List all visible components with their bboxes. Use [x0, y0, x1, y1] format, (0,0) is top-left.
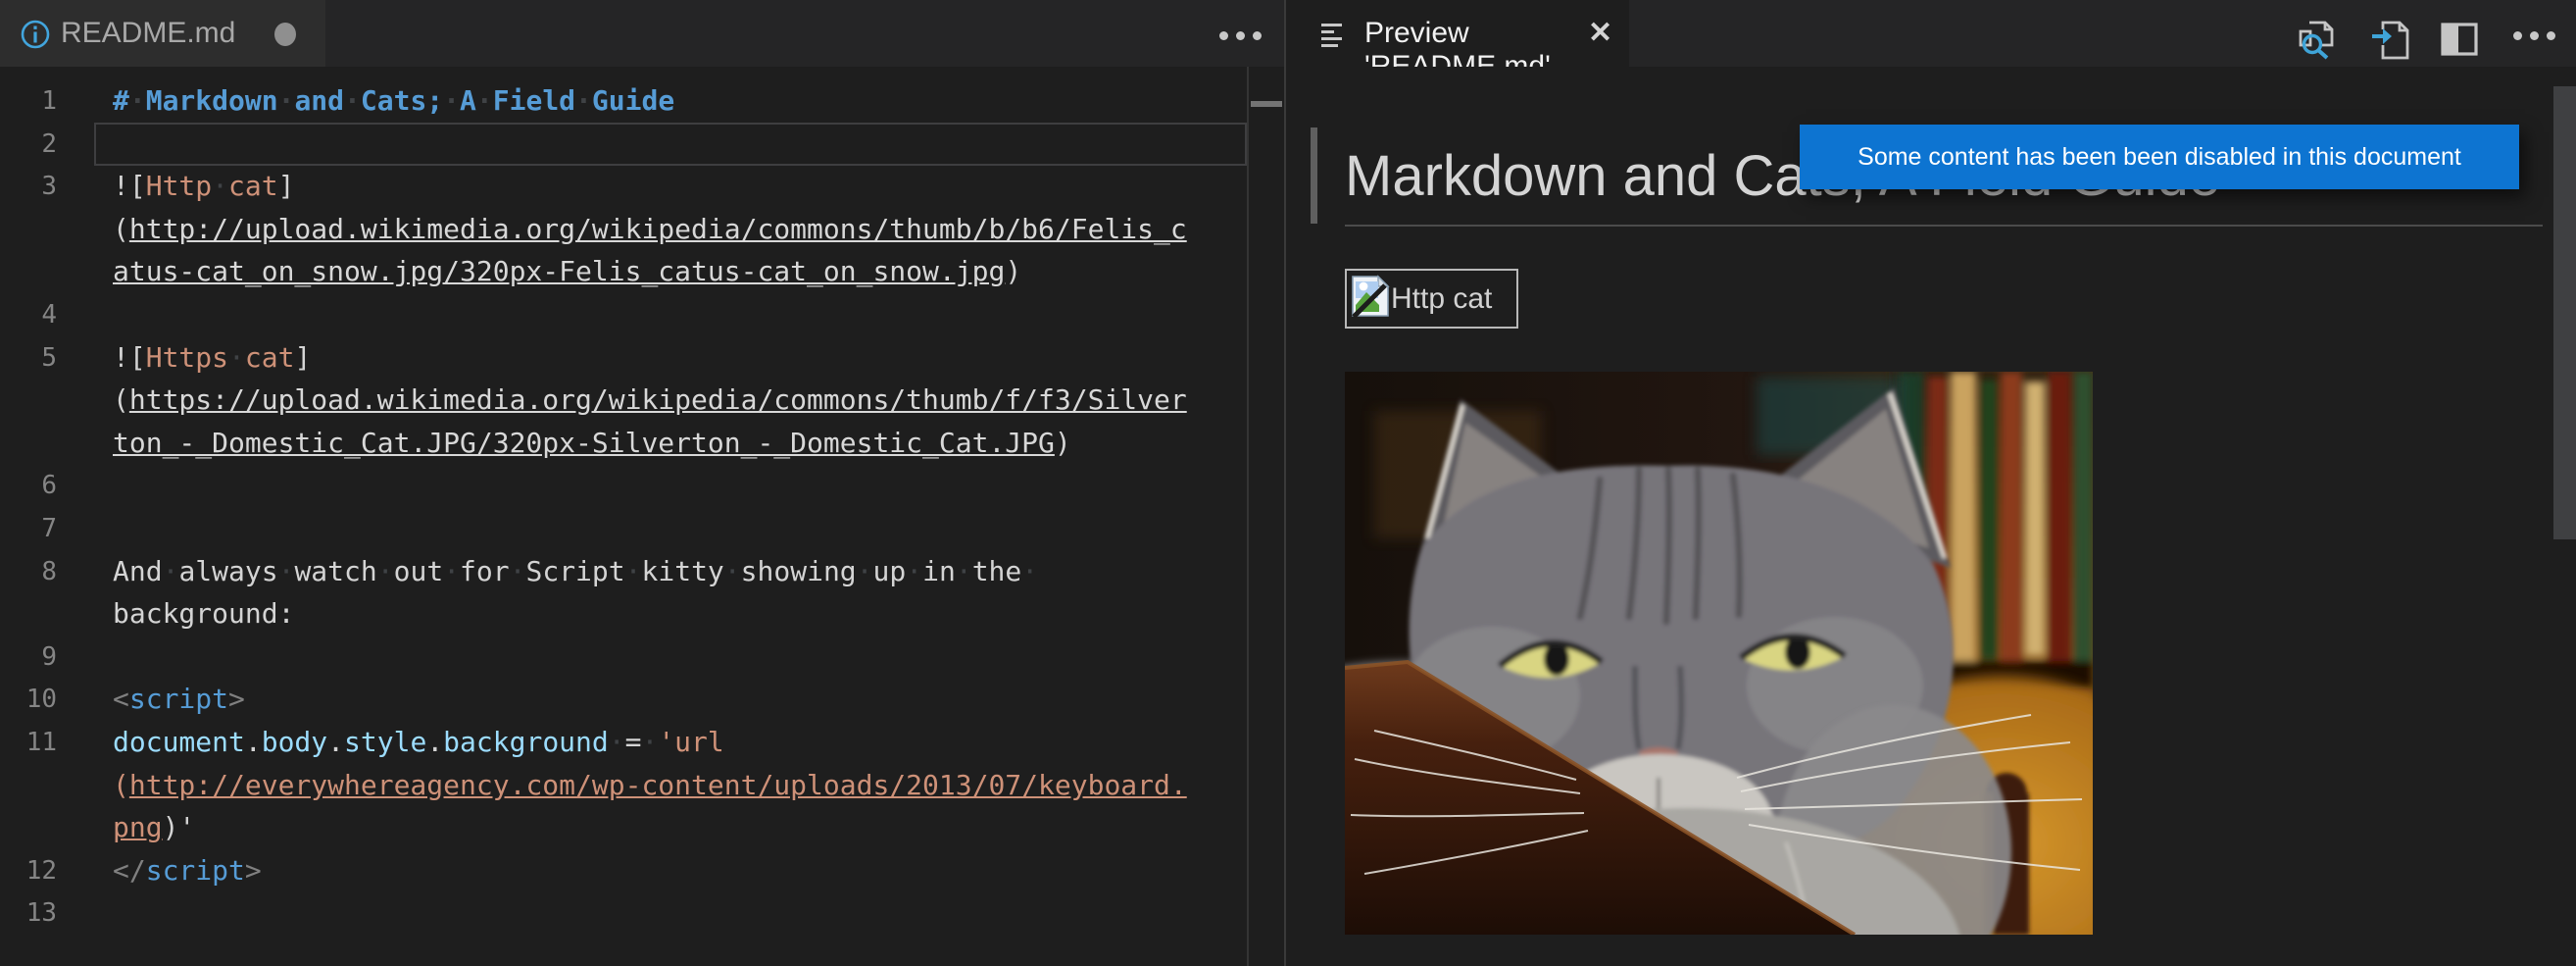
preview-scrollbar[interactable]: [2553, 86, 2576, 539]
editor-row[interactable]: 12</script>: [0, 849, 1247, 892]
line-number: 13: [0, 891, 57, 935]
heading-rule: [1345, 225, 2543, 227]
content-disabled-notification: Some content has been been disabled in t…: [1800, 125, 2519, 189]
info-icon: [20, 19, 51, 55]
editor-tabstrip: README.md: [0, 0, 1284, 67]
editor-row[interactable]: 4: [0, 293, 1247, 336]
editor-row[interactable]: 6: [0, 464, 1247, 507]
overview-ruler-cursor-marker: [1251, 101, 1282, 107]
editor-row[interactable]: background:: [0, 592, 1247, 636]
tab-label: README.md: [61, 17, 235, 50]
more-actions-icon[interactable]: [2513, 31, 2555, 40]
preview-tabstrip: Preview 'README.md' ✕: [1286, 0, 2576, 67]
editor-row[interactable]: (https://upload.wikimedia.org/wikipedia/…: [0, 379, 1247, 422]
tab-readme-md[interactable]: README.md: [0, 0, 325, 67]
broken-image-placeholder: Http cat: [1345, 269, 1518, 329]
close-icon[interactable]: ✕: [1588, 16, 1612, 50]
line-number: 3: [0, 165, 57, 208]
editor-row[interactable]: png)': [0, 806, 1247, 849]
broken-image-icon: [1350, 273, 1391, 325]
split-editor-icon[interactable]: [2441, 22, 2480, 64]
line-number: 1: [0, 79, 57, 123]
line-number: 9: [0, 636, 57, 679]
editor-row[interactable]: 13: [0, 891, 1247, 935]
editor-row[interactable]: 11document.body.style.background·=·'url: [0, 721, 1247, 764]
editor-row[interactable]: 5![Https·cat]: [0, 336, 1247, 380]
editor-pane[interactable]: 1#·Markdown·and·Cats;·A·Field·Guide23![H…: [0, 67, 1247, 966]
editor-row[interactable]: (http://everywhereagency.com/wp-content/…: [0, 764, 1247, 807]
tab-preview-readme[interactable]: Preview 'README.md' ✕: [1286, 0, 1629, 67]
editor-row[interactable]: 1#·Markdown·and·Cats;·A·Field·Guide: [0, 79, 1247, 123]
editor-row[interactable]: 9: [0, 636, 1247, 679]
editor-row[interactable]: 2: [0, 123, 1247, 166]
editor-scrollbar-gutter-line: [1247, 67, 1249, 966]
editor-more-actions-button[interactable]: [1219, 31, 1262, 40]
editor-row[interactable]: 10<script>: [0, 678, 1247, 721]
markdown-preview-icon: [1321, 23, 1345, 53]
editor-row[interactable]: 7: [0, 507, 1247, 550]
editor-row[interactable]: ton_-_Domestic_Cat.JPG/320px-Silverton_-…: [0, 422, 1247, 465]
find-in-preview-icon[interactable]: [2296, 20, 2339, 66]
line-number: 12: [0, 849, 57, 892]
open-source-file-icon[interactable]: [2370, 20, 2413, 66]
line-number: 8: [0, 550, 57, 593]
https-cat-image: [1345, 372, 2093, 935]
line-number: 4: [0, 293, 57, 336]
line-number: 2: [0, 123, 57, 166]
editor-row[interactable]: 8And·always·watch·out·for·Script·kitty·s…: [0, 550, 1247, 593]
dirty-indicator: [274, 23, 296, 46]
vscode-window: README.md 1#·Markdown·and·Cats;·A·Field·…: [0, 0, 2576, 966]
line-number: 10: [0, 678, 57, 721]
editor-row[interactable]: (http://upload.wikimedia.org/wikipedia/c…: [0, 208, 1247, 251]
line-number: 6: [0, 464, 57, 507]
line-number: 11: [0, 721, 57, 764]
broken-image-alt-text: Http cat: [1391, 282, 1492, 316]
line-number: 5: [0, 336, 57, 380]
editor-row[interactable]: 3![Http·cat]: [0, 165, 1247, 208]
line-number: 7: [0, 507, 57, 550]
editor-row[interactable]: atus-cat_on_snow.jpg/320px-Felis_catus-c…: [0, 250, 1247, 293]
preview-active-line-marker: [1311, 127, 1317, 224]
